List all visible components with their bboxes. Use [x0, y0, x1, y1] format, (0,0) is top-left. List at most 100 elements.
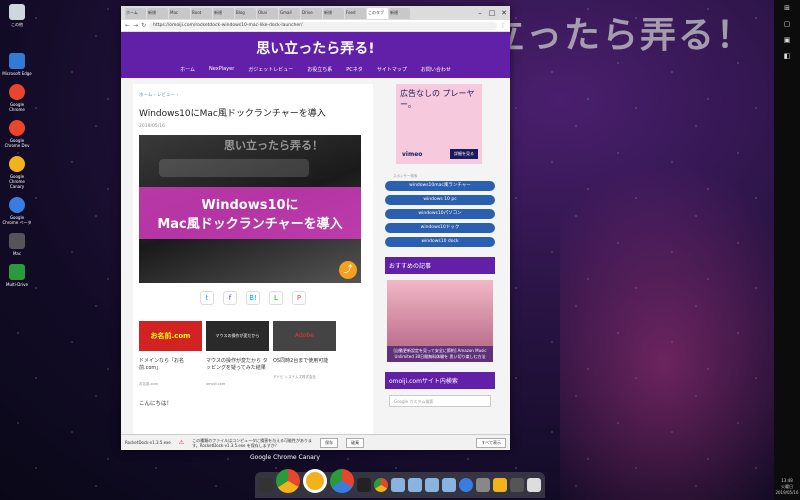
facebook-icon[interactable]: f: [223, 291, 237, 305]
chrome-beta-icon: [9, 197, 25, 213]
menu-icon[interactable]: ⋮: [500, 22, 506, 29]
warning-icon: ⚠: [178, 439, 185, 446]
browser-tab[interactable]: Mac: [169, 7, 190, 19]
browser-tab[interactable]: 新規: [213, 7, 234, 19]
folder-icon[interactable]: [391, 478, 405, 492]
chrome-canary-icon[interactable]: [303, 469, 327, 493]
breadcrumb[interactable]: ホーム › レビュー ›: [139, 92, 367, 98]
back-icon[interactable]: ←: [125, 22, 130, 29]
chrome-canary-icon: [9, 156, 25, 172]
nav-home[interactable]: ホーム: [180, 66, 195, 73]
folder-icon[interactable]: [442, 478, 456, 492]
browser-tab[interactable]: Boot: [191, 7, 212, 19]
pocket-icon[interactable]: P: [292, 291, 306, 305]
sidebar-ad-text: 広告なしの プレーヤー。: [400, 89, 475, 109]
ad-source: お名前.com: [139, 382, 159, 386]
ad-card[interactable]: Adobe OS同時2台まで使用可能 アドビ システムズ株式会社: [273, 321, 336, 387]
browser-tab[interactable]: 新規: [323, 7, 344, 19]
ad-source: アドビ システムズ株式会社: [273, 375, 317, 379]
ad-source: omoiji.com: [206, 382, 226, 386]
nav-useful[interactable]: お役立ち系: [307, 66, 332, 73]
taskbar-item-icon[interactable]: ▢: [774, 16, 800, 32]
minimize-icon[interactable]: –: [474, 8, 486, 18]
site-nav: ホーム NexPlayer ガジェットレビュー お役立ち系 PCネタ サイトマッ…: [180, 66, 451, 73]
dock-item-icon[interactable]: [259, 478, 273, 492]
folder-icon[interactable]: [408, 478, 422, 492]
mail-icon[interactable]: [476, 478, 490, 492]
address-bar: ← → ↻ https://omoiji.com/rocketdock-wind…: [121, 20, 510, 32]
mac-icon[interactable]: [510, 478, 524, 492]
related-search-pill[interactable]: windows10ドック: [385, 223, 495, 233]
vimeo-logo: vimeo: [402, 151, 423, 158]
related-search-pill[interactable]: windows 10 pc: [385, 195, 495, 205]
desktop-icon-multidrive[interactable]: Multi-Drive: [2, 264, 32, 287]
ad-row: お名前.com ドメインなら「お名前.com」 お名前.com マウスの操作が変…: [139, 321, 367, 387]
desktop-icon-chrome-canary[interactable]: Google Chrome Canary: [2, 156, 32, 189]
url-input[interactable]: https://omoiji.com/rocketdock-windows10-…: [149, 21, 497, 30]
ad-thumb: Adobe: [273, 321, 336, 351]
site-title[interactable]: 思い立ったら弄る!: [256, 38, 374, 58]
chrome-dev-icon[interactable]: [276, 469, 300, 493]
browser-tab[interactable]: Blog: [235, 7, 256, 19]
tab-strip: ホーム 新規 Mac Boot 新規 Blog Okai Gmail Drive…: [121, 6, 510, 20]
line-icon[interactable]: L: [269, 291, 283, 305]
browser-tab[interactable]: Okai: [257, 7, 278, 19]
reload-icon[interactable]: ↻: [141, 22, 146, 29]
window-caption: Google Chrome Canary: [250, 454, 320, 461]
recommend-heading: おすすめの記事: [385, 257, 495, 274]
site-search-input[interactable]: Google カスタム検索: [389, 395, 491, 407]
desktop-icon-chrome-dev[interactable]: Google Chrome Dev: [2, 120, 32, 148]
related-search-pill[interactable]: windows10パソコン: [385, 209, 495, 219]
desktop-icon-recycle[interactable]: この他: [2, 4, 32, 27]
share-icon[interactable]: ⤴: [339, 261, 357, 279]
download-file[interactable]: RocketDock-v1.3.5.exe: [125, 440, 171, 445]
keep-button[interactable]: 保存: [320, 437, 339, 448]
chrome-icon[interactable]: [374, 478, 388, 492]
desktop-icon-edge[interactable]: Microsoft Edge: [2, 53, 32, 76]
nav-nexplayer[interactable]: NexPlayer: [209, 66, 234, 73]
forward-icon[interactable]: →: [133, 22, 138, 29]
nav-pc[interactable]: PCネタ: [346, 66, 363, 73]
ad-caption: ドメインなら「お名前.com」: [139, 358, 185, 371]
desktop-icon-mac[interactable]: Mac: [2, 233, 32, 256]
taskbar-item-icon[interactable]: ▣: [774, 32, 800, 48]
nav-sitemap[interactable]: サイトマップ: [377, 66, 407, 73]
ad-card[interactable]: マウスの操作が変だから マウスの操作が変だから タッピングを疑ってみた結果 om…: [206, 321, 269, 387]
browser-tab[interactable]: Drive: [301, 7, 322, 19]
browser-tab[interactable]: 新規: [389, 7, 410, 19]
related-search-pill[interactable]: windows10 dock: [385, 237, 495, 247]
recommend-card[interactable]: [自動更新設定を見って安全に節約] Amazon Music Unlimited…: [387, 280, 493, 362]
nav-contact[interactable]: お問い合わせ: [421, 66, 451, 73]
dock-item-icon[interactable]: [357, 478, 371, 492]
browser-tab-active[interactable]: このタブ: [367, 7, 388, 19]
browser-tab[interactable]: Feed: [345, 7, 366, 19]
sidebar-ad[interactable]: 広告なしの プレーヤー。 vimeo 詳細を見る: [396, 84, 482, 164]
desktop-icon-chrome[interactable]: Google Chrome: [2, 84, 32, 112]
chrome-beta-icon[interactable]: [330, 469, 354, 493]
ad-card[interactable]: お名前.com ドメインなら「お名前.com」 お名前.com: [139, 321, 202, 387]
browser-tab[interactable]: 新規: [147, 7, 168, 19]
discard-button[interactable]: 破棄: [346, 437, 365, 448]
sidebar: 広告なしの プレーヤー。 vimeo 詳細を見る スポンサー検索 windows…: [383, 84, 495, 438]
folder-icon[interactable]: [425, 478, 439, 492]
sidebar-ad-button[interactable]: 詳細を見る: [450, 149, 478, 159]
close-icon[interactable]: ✕: [498, 8, 510, 18]
start-icon[interactable]: ⊞: [774, 0, 800, 16]
related-search-pill[interactable]: windows10mac風ランチャー: [385, 181, 495, 191]
twitter-icon[interactable]: t: [200, 291, 214, 305]
maximize-icon[interactable]: □: [486, 8, 498, 18]
browser-tab[interactable]: ホーム: [125, 7, 146, 19]
taskbar: ⊞ ▢ ▣ ◧ 13:48 火曜日 2019/05/16: [774, 0, 800, 500]
tools-icon[interactable]: [493, 478, 507, 492]
download-warning: この種類のファイルはコンピュータに損害を与える可能性があります。RocketDo…: [192, 437, 313, 448]
taskbar-item-icon[interactable]: ◧: [774, 48, 800, 64]
browser-tab[interactable]: Gmail: [279, 7, 300, 19]
article: ホーム › レビュー › Windows10にMac風ドックランチャーを導入 2…: [133, 84, 373, 438]
hatena-icon[interactable]: B!: [246, 291, 260, 305]
show-all-button[interactable]: すべて表示: [476, 437, 506, 448]
trash-icon[interactable]: [527, 478, 541, 492]
globe-icon[interactable]: [459, 478, 473, 492]
nav-gadget[interactable]: ガジェットレビュー: [248, 66, 293, 73]
desktop-icon-chrome-beta[interactable]: Google Chrome ベータ: [2, 197, 32, 225]
search-heading: omoiji.comサイト内検索: [385, 372, 495, 389]
